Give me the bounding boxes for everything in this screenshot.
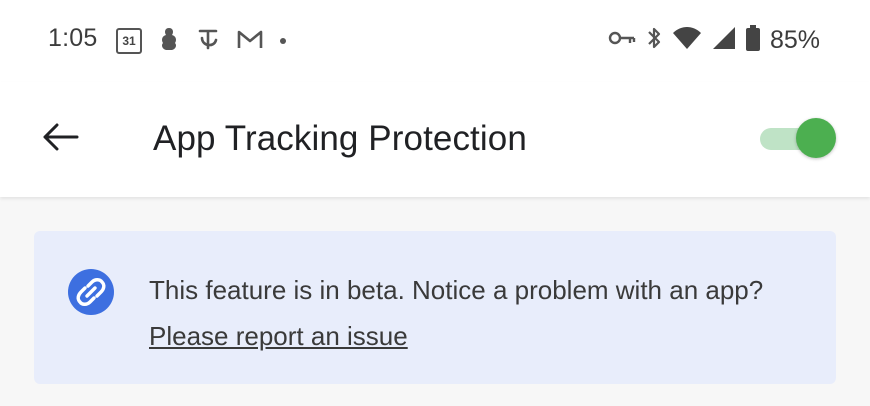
calendar-icon: 31 <box>116 28 142 54</box>
vpn-key-icon <box>608 30 636 51</box>
battery-icon <box>745 24 760 56</box>
more-dot-icon <box>280 38 286 44</box>
beta-banner: This feature is in beta. Notice a proble… <box>34 231 836 384</box>
cell-signal-icon <box>712 26 736 55</box>
wifi-icon <box>672 26 702 55</box>
back-button[interactable] <box>38 117 82 161</box>
system-icons: 85% <box>608 24 820 56</box>
app-notification-icon <box>158 26 180 57</box>
report-issue-link[interactable]: Please report an issue <box>149 321 408 351</box>
bluetooth-icon <box>646 25 662 56</box>
status-bar: 1:05 31 85% <box>0 0 870 82</box>
status-time: 1:05 <box>48 24 98 52</box>
banner-text: This feature is in beta. Notice a proble… <box>149 275 764 305</box>
battery-percent: 85% <box>769 25 820 54</box>
link-icon <box>68 269 114 315</box>
app-bar: App Tracking Protection <box>0 82 870 197</box>
protection-toggle[interactable] <box>758 116 836 160</box>
banner-message: This feature is in beta. Notice a proble… <box>149 267 809 359</box>
notification-icons: 31 <box>116 26 286 56</box>
nyt-icon <box>196 26 220 57</box>
back-arrow-icon <box>41 122 79 157</box>
page-title: App Tracking Protection <box>153 119 527 158</box>
toggle-thumb <box>796 118 836 158</box>
gmail-icon <box>236 28 264 55</box>
